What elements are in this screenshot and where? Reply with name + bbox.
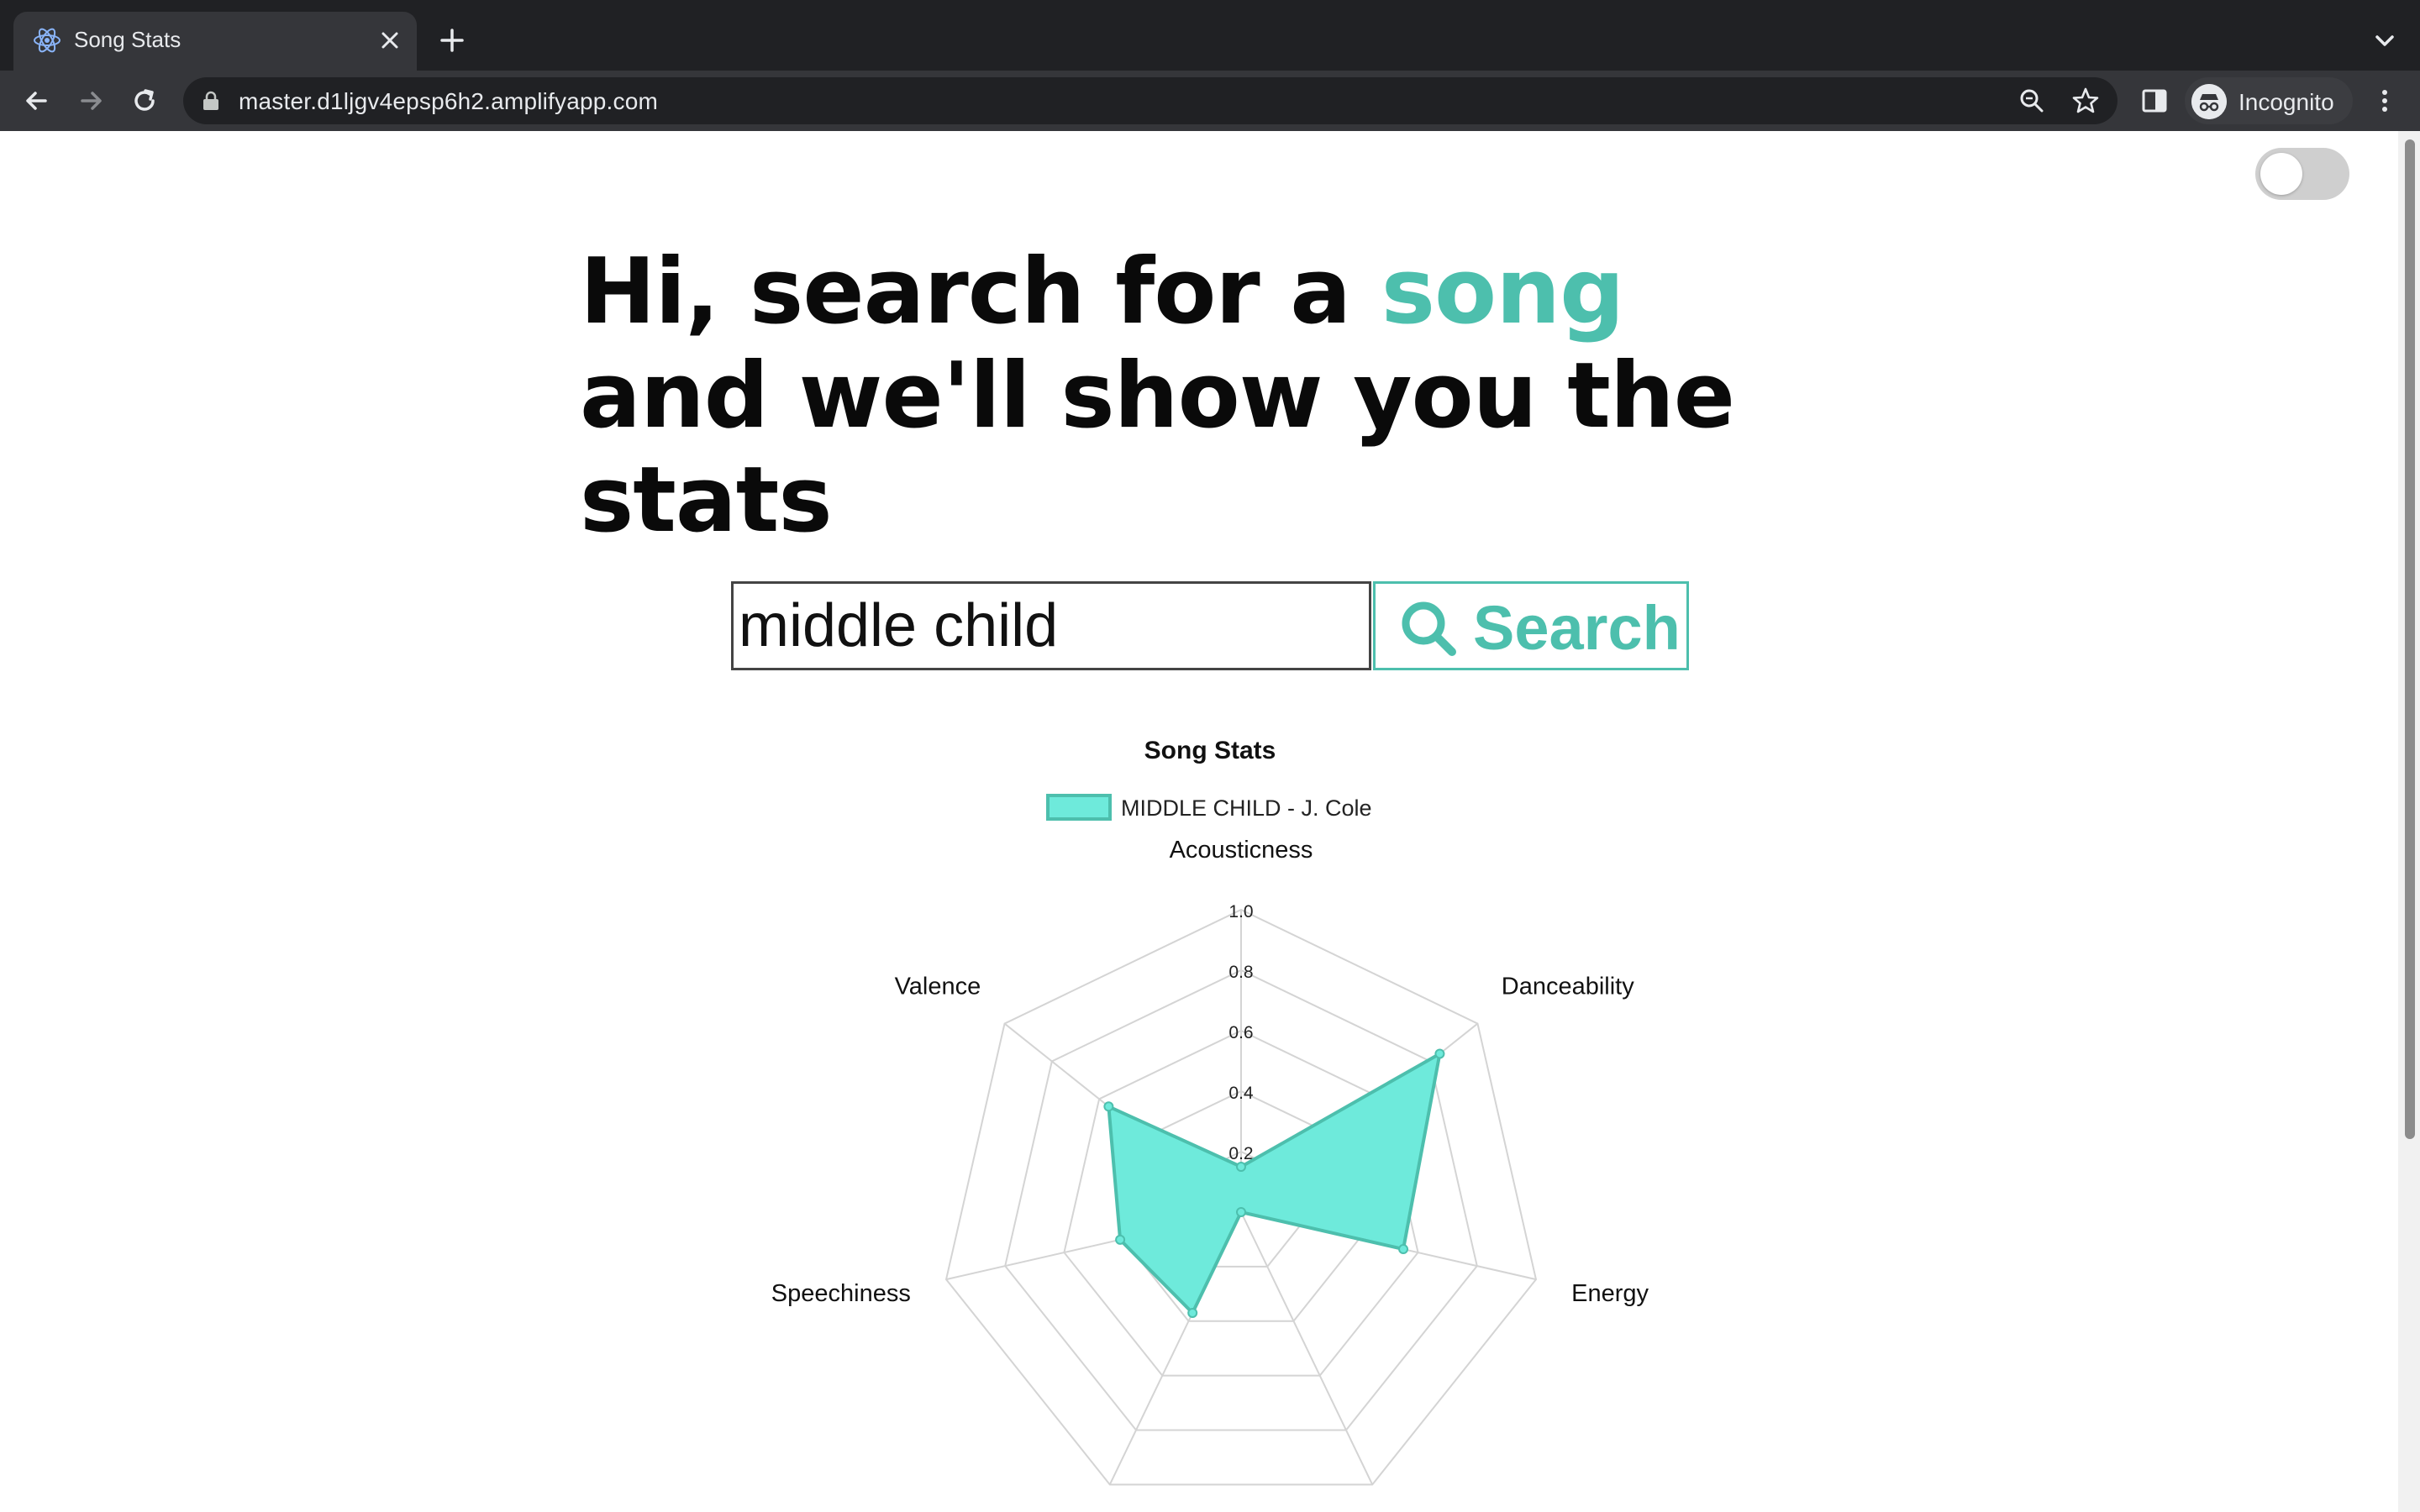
lock-icon[interactable] [202,91,220,111]
react-favicon-icon [34,28,60,53]
chevron-down-icon[interactable] [2370,25,2400,55]
radar-tick-label: 0.8 [1228,963,1253,982]
scrollbar-thumb[interactable] [2405,139,2415,1139]
radar-axis-label: Danceability [1502,974,1634,1000]
radar-axis-label: Acousticness [1170,837,1313,864]
radar-tick-label: 1.0 [1228,902,1253,921]
radar-data-point[interactable] [1236,1162,1246,1172]
radar-tick-label: 0.6 [1228,1023,1253,1042]
page-content: Hi, search for a song and we'll show you… [0,131,2420,1512]
radar-axis-label: Energy [1571,1280,1649,1307]
zoom-icon[interactable] [2017,86,2047,116]
browser-tab[interactable]: Song Stats [13,12,417,71]
radar-data-point[interactable] [1398,1244,1409,1255]
plus-icon[interactable] [435,24,469,57]
radar-axis-label: Speechiness [771,1280,911,1307]
browser-toolbar: master.d1ljgv4epsp6h2.amplifyapp.com Inc… [0,71,2420,131]
radar-axis-label: Valence [895,974,981,1000]
chart-title: Song Stats [1144,737,1276,764]
more-icon[interactable] [2368,84,2402,118]
star-icon[interactable] [2070,86,2101,116]
reload-icon[interactable] [128,84,161,118]
close-icon[interactable] [375,25,405,55]
back-icon[interactable] [20,84,54,118]
incognito-icon [2191,84,2227,119]
browser-tab-strip: Song Stats [0,0,2420,71]
forward-icon[interactable] [74,84,108,118]
radar-data-point[interactable] [1434,1048,1445,1059]
radar-data-point[interactable] [1236,1207,1246,1217]
radar-tick-label: 0.4 [1228,1084,1254,1103]
page-scrollbar[interactable] [2398,131,2420,1512]
radar-data-point[interactable] [1103,1101,1114,1112]
url-text[interactable]: master.d1ljgv4epsp6h2.amplifyapp.com [239,88,658,115]
radar-data-point[interactable] [1115,1234,1126,1245]
legend-swatch[interactable] [1046,794,1112,821]
radar-spoke [1240,1211,1374,1485]
song-stats-radar-chart: Song Stats MIDDLE CHILD - J. Cole 0.20.4… [771,737,1649,1486]
profile-label: Incognito [2238,89,2334,115]
tab-title: Song Stats [74,27,182,52]
incognito-profile-button[interactable]: Incognito [2185,77,2353,124]
radar-data-point[interactable] [1187,1308,1198,1319]
side-panel-icon[interactable] [2138,84,2171,118]
radar-series-area [1107,1050,1443,1316]
legend-label[interactable]: MIDDLE CHILD - J. Cole [1121,795,1372,821]
address-bar[interactable]: master.d1ljgv4epsp6h2.amplifyapp.com [183,77,2118,124]
